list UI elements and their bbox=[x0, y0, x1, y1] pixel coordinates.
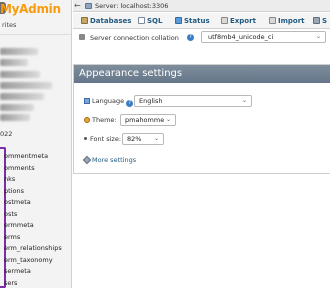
blurred-database-item[interactable] bbox=[0, 93, 44, 100]
font-size-label-text: Font size: bbox=[90, 135, 122, 143]
font-size-row: Font size: 82% ⌄ bbox=[84, 133, 324, 145]
nav-divider bbox=[0, 34, 71, 35]
navigation-panel: MyAdmin rites 022 ommentmeta omments nks… bbox=[0, 0, 72, 288]
appearance-settings-panel: Appearance settings Language ? English ⌄… bbox=[73, 64, 330, 174]
theme-row: Theme: pmahomme ⌄ bbox=[84, 114, 324, 126]
collation-row: Server connection collation ? utf8mb4_un… bbox=[79, 31, 330, 45]
sql-icon bbox=[138, 17, 145, 24]
theme-select[interactable]: pmahomme ⌄ bbox=[120, 114, 176, 126]
table-item[interactable]: sermeta bbox=[4, 266, 62, 278]
status-icon bbox=[175, 17, 182, 24]
table-item[interactable]: ptions bbox=[4, 186, 62, 198]
theme-icon bbox=[84, 117, 90, 123]
more-settings-text: More settings bbox=[92, 156, 137, 164]
appearance-header: Appearance settings bbox=[74, 65, 330, 83]
more-settings-link[interactable]: More settings bbox=[82, 155, 137, 165]
import-icon bbox=[269, 17, 276, 24]
table-item[interactable]: erm_taxonomy bbox=[4, 255, 62, 267]
tab-status[interactable]: Status bbox=[175, 15, 210, 28]
tab-label: Export bbox=[230, 17, 256, 25]
table-item[interactable]: omments bbox=[4, 163, 62, 175]
language-label: Language ? bbox=[84, 97, 134, 107]
blurred-database-item[interactable] bbox=[0, 48, 38, 55]
table-item[interactable]: nks bbox=[4, 174, 62, 186]
tab-label: S bbox=[322, 17, 328, 25]
main-content: ← Server: localhost:3306 Databases SQL S… bbox=[73, 0, 330, 288]
language-label-text: Language bbox=[92, 97, 125, 105]
font-size-value: 82% bbox=[127, 135, 142, 143]
tab-label: SQL bbox=[147, 17, 163, 25]
chevron-down-icon: ⌄ bbox=[241, 97, 247, 104]
collapse-arrow-icon[interactable]: ← bbox=[74, 1, 81, 11]
tab-label: Status bbox=[184, 17, 210, 25]
tab-databases[interactable]: Databases bbox=[81, 15, 131, 28]
help-icon[interactable]: ? bbox=[187, 34, 194, 41]
blurred-database-item[interactable] bbox=[0, 114, 30, 121]
tab-import[interactable]: Import bbox=[269, 15, 305, 28]
wrench-icon bbox=[313, 17, 320, 24]
theme-value: pmahomme bbox=[125, 116, 165, 124]
server-icon bbox=[85, 3, 92, 9]
collation-select[interactable]: utf8mb4_unicode_ci ⌄ bbox=[201, 31, 326, 43]
table-item[interactable]: ommentmeta bbox=[4, 151, 62, 163]
table-item[interactable]: erm_relationships bbox=[4, 243, 62, 255]
font-size-label: Font size: bbox=[84, 135, 121, 143]
tab-export[interactable]: Export bbox=[221, 15, 256, 28]
language-icon bbox=[84, 98, 90, 104]
chevron-down-icon: ⌄ bbox=[315, 33, 321, 40]
tab-settings[interactable]: S bbox=[313, 15, 327, 28]
tab-label: Import bbox=[278, 17, 305, 25]
favorites-label[interactable]: rites bbox=[2, 21, 16, 29]
table-list: ommentmeta omments nks ptions ostmeta os… bbox=[4, 151, 62, 288]
tab-sql[interactable]: SQL bbox=[138, 15, 162, 28]
table-item[interactable]: ermmeta bbox=[4, 220, 62, 232]
help-icon[interactable]: ? bbox=[126, 100, 134, 107]
blurred-database-item[interactable] bbox=[0, 59, 28, 66]
blurred-database-item[interactable] bbox=[0, 71, 40, 78]
table-item[interactable]: osts bbox=[4, 209, 62, 221]
breadcrumb-server[interactable]: Server: localhost:3306 bbox=[95, 2, 168, 10]
chevron-down-icon: ⌄ bbox=[153, 135, 159, 142]
language-select[interactable]: English ⌄ bbox=[134, 95, 252, 107]
table-item[interactable]: sers bbox=[4, 278, 62, 288]
collation-value: utf8mb4_unicode_ci bbox=[208, 33, 274, 41]
database-prefix[interactable]: 022 bbox=[0, 130, 12, 138]
table-item[interactable]: ostmeta bbox=[4, 197, 62, 209]
breadcrumb: ← Server: localhost:3306 bbox=[73, 0, 330, 12]
database-icon bbox=[81, 17, 88, 24]
tab-label: Databases bbox=[90, 17, 132, 25]
bullet-icon bbox=[84, 137, 87, 140]
theme-label-text: Theme: bbox=[92, 116, 117, 124]
phpmyadmin-logo[interactable]: MyAdmin bbox=[0, 0, 71, 18]
blurred-database-item[interactable] bbox=[0, 104, 34, 111]
theme-label: Theme: bbox=[84, 116, 117, 124]
font-size-select[interactable]: 82% ⌄ bbox=[122, 133, 164, 145]
collation-icon bbox=[79, 34, 85, 40]
language-value: English bbox=[139, 97, 163, 105]
export-icon bbox=[221, 17, 228, 24]
logo-text: MyAdmin bbox=[0, 2, 61, 16]
chevron-down-icon: ⌄ bbox=[165, 116, 171, 123]
wrench-icon bbox=[82, 155, 92, 165]
top-menu: Databases SQL Status Export Import S bbox=[73, 13, 330, 29]
collation-label: Server connection collation bbox=[90, 34, 179, 42]
table-item[interactable]: erms bbox=[4, 232, 62, 244]
appearance-title: Appearance settings bbox=[79, 68, 183, 79]
blurred-database-item[interactable] bbox=[0, 82, 52, 89]
language-row: Language ? English ⌄ bbox=[84, 95, 324, 107]
